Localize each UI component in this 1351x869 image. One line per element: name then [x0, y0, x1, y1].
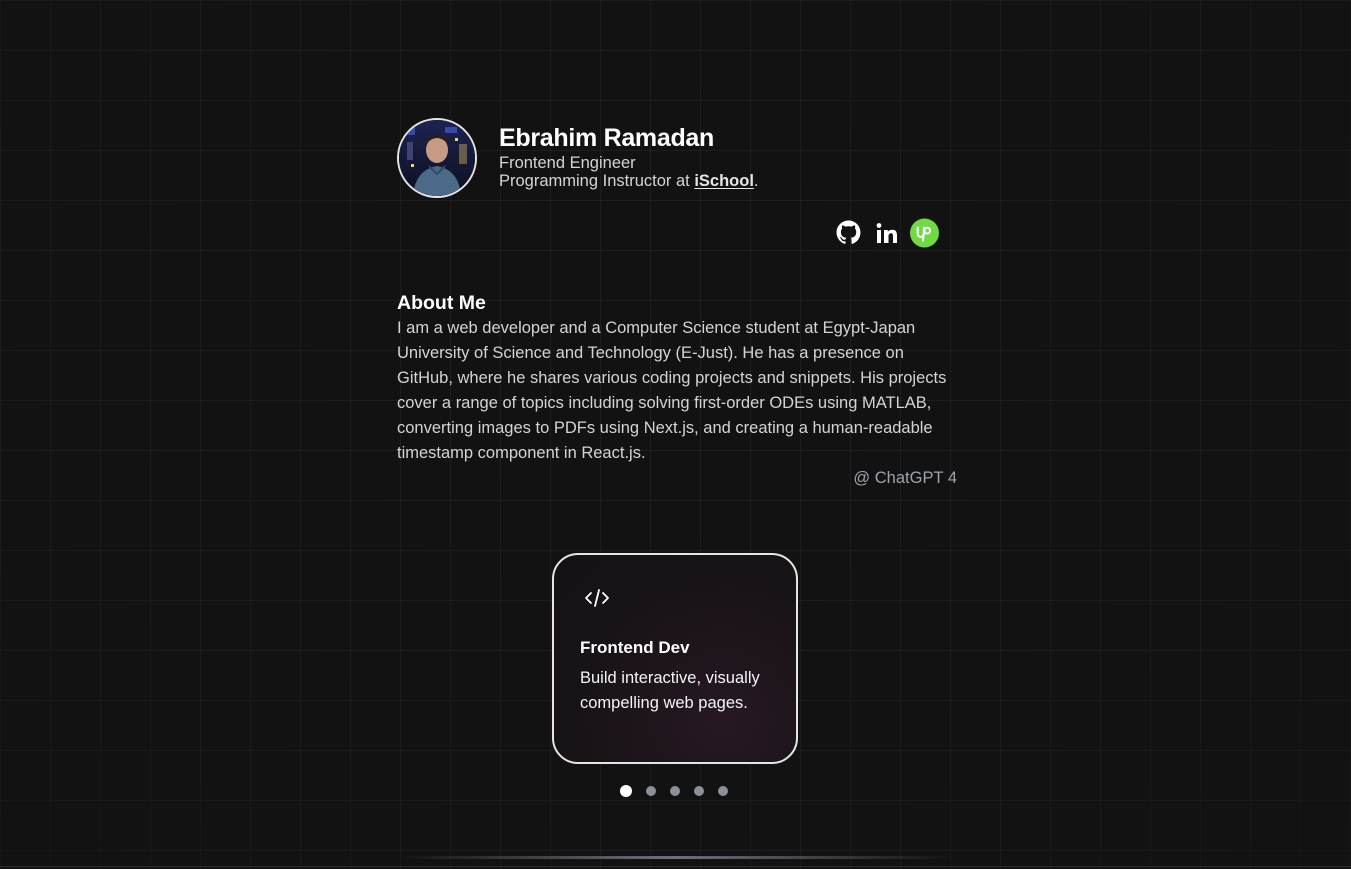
card-description: Build interactive, visually compelling w…	[580, 669, 760, 712]
github-link[interactable]	[834, 218, 863, 247]
page-bottom-border	[0, 866, 1351, 867]
avatar	[397, 118, 477, 198]
linkedin-icon	[876, 222, 897, 243]
upwork-icon	[910, 218, 939, 247]
about-credit: @ ChatGPT 4	[853, 469, 957, 487]
carousel-dot-3[interactable]	[670, 786, 680, 796]
profile-section: Ebrahim Ramadan Frontend Engineer Progra…	[397, 118, 957, 487]
about-heading: About Me	[397, 292, 486, 314]
ischool-link[interactable]: iSchool	[694, 172, 754, 190]
profile-header: Ebrahim Ramadan Frontend Engineer Progra…	[397, 118, 957, 198]
page: Ebrahim Ramadan Frontend Engineer Progra…	[0, 0, 1351, 869]
upwork-link[interactable]	[910, 218, 939, 247]
about-body: I am a web developer and a Computer Scie…	[397, 319, 947, 462]
linkedin-link[interactable]	[872, 218, 901, 247]
profile-name: Ebrahim Ramadan	[499, 123, 715, 152]
footer-divider	[397, 856, 953, 859]
carousel-pagination	[620, 785, 728, 797]
avatar-photo	[399, 120, 475, 196]
code-icon	[585, 589, 609, 607]
identity-block: Ebrahim Ramadan Frontend Engineer Progra…	[499, 123, 759, 190]
profile-instructor-line: Programming Instructor at iSchool.	[499, 172, 759, 190]
instructor-prefix: Programming Instructor at	[499, 171, 695, 190]
carousel-dot-2[interactable]	[646, 786, 656, 796]
carousel-dot-4[interactable]	[694, 786, 704, 796]
profile-role: Frontend Engineer	[499, 153, 636, 172]
carousel-dot-1[interactable]	[620, 785, 632, 797]
carousel-dot-5[interactable]	[718, 786, 728, 796]
instructor-suffix: .	[753, 171, 759, 190]
service-card[interactable]: Frontend Dev Build interactive, visually…	[552, 553, 798, 764]
about-section: About Me I am a web developer and a Comp…	[397, 290, 957, 491]
github-icon	[836, 220, 861, 244]
social-links	[834, 218, 939, 247]
card-title: Frontend Dev	[580, 638, 690, 657]
